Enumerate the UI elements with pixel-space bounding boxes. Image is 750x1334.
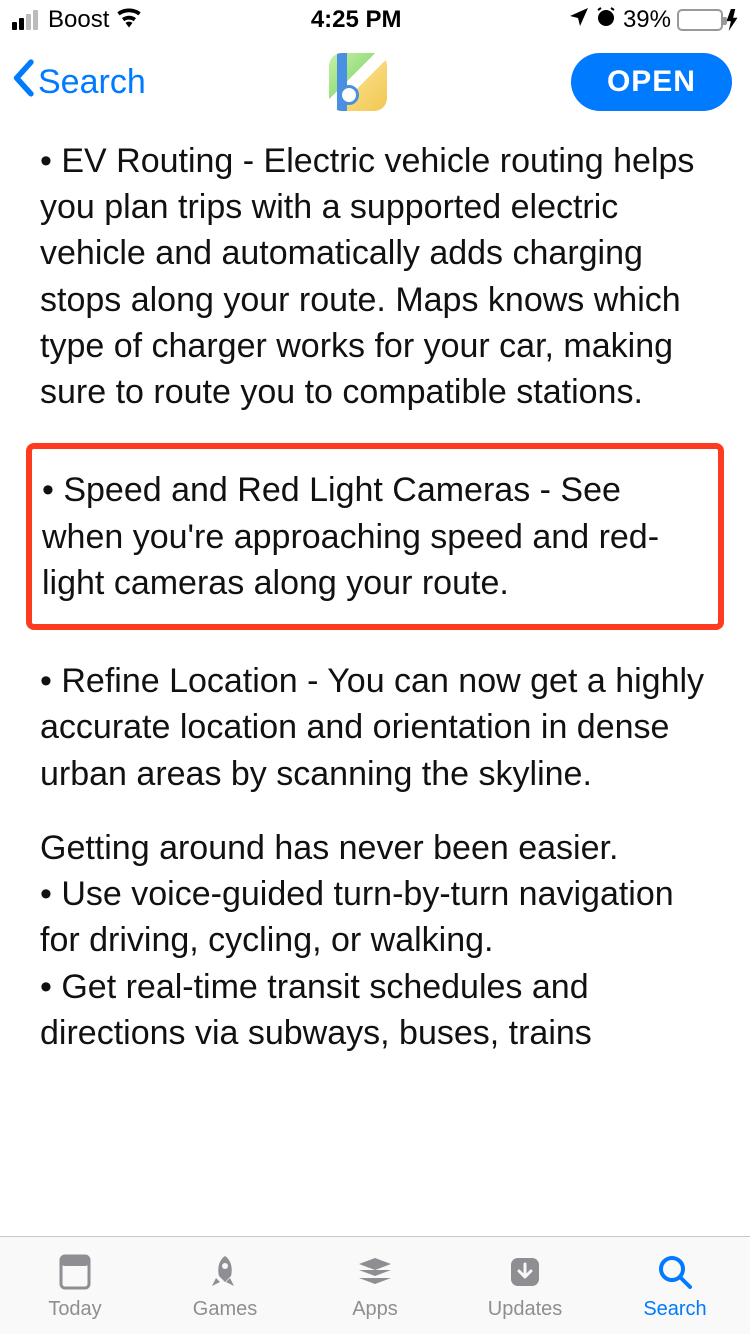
chevron-left-icon: [10, 59, 36, 106]
feature-ev-routing: • EV Routing - Electric vehicle routing …: [40, 138, 710, 415]
carrier-label: Boost: [48, 6, 109, 34]
app-description-content[interactable]: • EV Routing - Electric vehicle routing …: [0, 128, 750, 1236]
tab-apps[interactable]: Apps: [300, 1250, 450, 1321]
alarm-icon: [595, 6, 617, 35]
download-icon: [501, 1250, 549, 1294]
tab-label: Games: [193, 1298, 257, 1321]
tab-label: Updates: [488, 1298, 563, 1321]
tab-games[interactable]: Games: [150, 1250, 300, 1321]
heading-getting-around: Getting around has never been easier.: [40, 825, 710, 871]
battery-icon: [677, 9, 738, 31]
back-button[interactable]: Search: [10, 59, 146, 106]
status-time: 4:25 PM: [311, 6, 402, 34]
status-bar: Boost 4:25 PM 39%: [0, 0, 750, 40]
tab-updates[interactable]: Updates: [450, 1250, 600, 1321]
nav-bar: Search OPEN: [0, 40, 750, 128]
search-icon: [651, 1250, 699, 1294]
open-label: OPEN: [607, 65, 696, 98]
tab-label: Apps: [352, 1298, 398, 1321]
feature-voice-nav: • Use voice-guided turn-by-turn navigati…: [40, 871, 710, 963]
signal-icon: [12, 10, 38, 30]
tab-bar: Today Games Apps Updates Search: [0, 1236, 750, 1334]
open-button[interactable]: OPEN: [571, 53, 732, 111]
today-icon: [51, 1250, 99, 1294]
location-icon: [569, 6, 589, 34]
battery-percent: 39%: [623, 6, 671, 34]
tab-label: Today: [48, 1298, 101, 1321]
rocket-icon: [201, 1250, 249, 1294]
back-label: Search: [38, 63, 146, 102]
tab-today[interactable]: Today: [0, 1250, 150, 1321]
feature-transit: • Get real-time transit schedules and di…: [40, 964, 710, 1056]
feature-speed-cameras: • Speed and Red Light Cameras - See when…: [34, 467, 708, 606]
apps-icon: [351, 1250, 399, 1294]
status-left: Boost: [12, 6, 143, 35]
app-icon[interactable]: [329, 53, 387, 111]
wifi-icon: [115, 6, 143, 35]
tab-search[interactable]: Search: [600, 1250, 750, 1321]
highlight-annotation: • Speed and Red Light Cameras - See when…: [26, 443, 724, 630]
status-right: 39%: [569, 6, 738, 35]
tab-label: Search: [643, 1298, 706, 1321]
feature-refine-location: • Refine Location - You can now get a hi…: [40, 658, 710, 797]
